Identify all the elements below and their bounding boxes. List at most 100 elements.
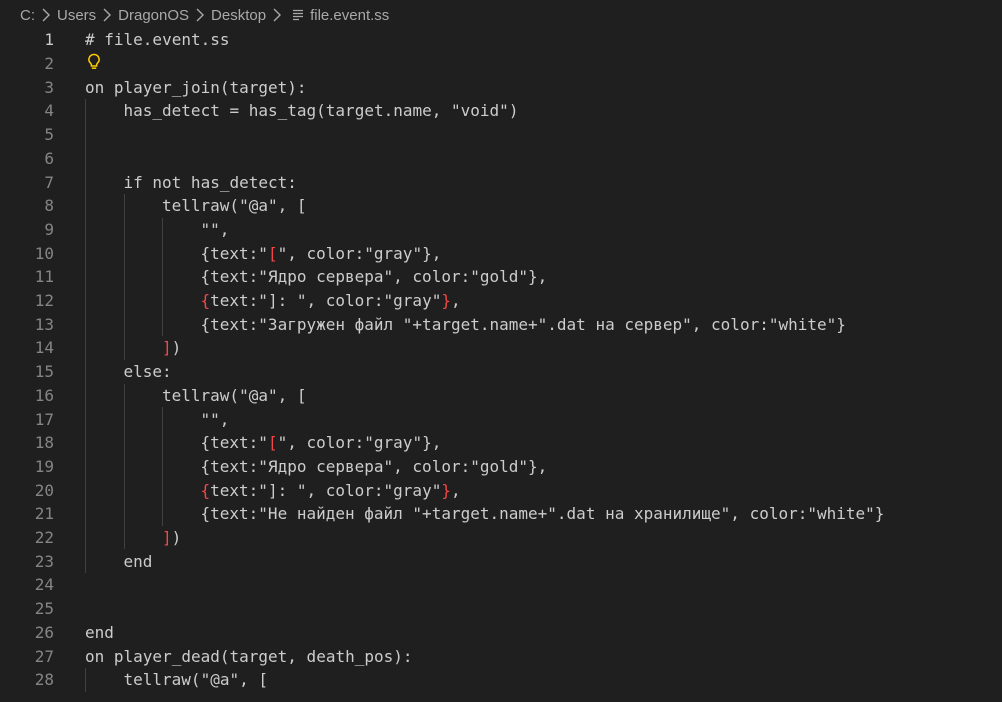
code-text: on player_dead(target, death_pos): (85, 647, 413, 666)
breadcrumb-item[interactable]: DragonOS (118, 7, 189, 24)
code-text: on player_join(target): (85, 78, 307, 97)
bracket-highlight: ] (162, 528, 172, 548)
line-number: 4 (44, 101, 54, 121)
code-token: "", (200, 409, 230, 429)
code-text: {text:"Загружен файл "+target.name+".dat… (201, 315, 846, 334)
code-token: {text:"Ядро сервера", color:"gold"}, (200, 267, 548, 287)
code-line[interactable]: 2 (0, 52, 1002, 76)
code-text: end (124, 552, 153, 571)
chevron-right-icon (39, 7, 53, 23)
indent-guide (85, 667, 86, 692)
code-token: on player_dead(target, death_pos): (85, 646, 413, 666)
line-number: 15 (34, 362, 54, 382)
code-line[interactable]: 12 {text:"]: ", color:"gray"}, (0, 289, 1002, 313)
line-number: 12 (34, 291, 54, 311)
code-line[interactable]: 23 end (0, 549, 1002, 573)
code-token: , (450, 480, 461, 500)
breadcrumb-file[interactable]: file.event.ss (310, 7, 389, 24)
code-token: end (123, 551, 153, 571)
code-token: tellraw("@a", [ (162, 196, 307, 216)
code-token: else: (123, 362, 172, 382)
code-line[interactable]: 15 else: (0, 360, 1002, 384)
indent-guide (162, 217, 163, 337)
breadcrumb: C: Users DragonOS Desktop file.event.ss (0, 0, 1002, 30)
breadcrumb-item[interactable]: C: (20, 7, 35, 24)
code-text: {text:"]: ", color:"gray"}, (201, 481, 461, 500)
code-text: tellraw("@a", [ (162, 196, 307, 215)
bracket-highlight: [ (267, 243, 278, 263)
line-number: 9 (44, 219, 54, 239)
line-number: 17 (34, 409, 54, 429)
code-text: tellraw("@a", [ (124, 670, 269, 689)
bracket-highlight: } (441, 480, 451, 500)
code-editor[interactable]: 1 # file.event.ss 2 3 on player_join(target)… (0, 28, 1002, 702)
bracket-highlight: ] (162, 338, 172, 358)
code-line[interactable]: 16 tellraw("@a", [ (0, 384, 1002, 408)
code-token: has_detect = has_tag(target.name, "void"… (123, 101, 519, 121)
code-text: {text:"]: ", color:"gray"}, (201, 291, 461, 310)
line-number: 6 (44, 148, 54, 168)
indent-guide (85, 99, 86, 574)
indent-guide (162, 407, 163, 526)
bracket-highlight: [ (267, 433, 278, 453)
code-line[interactable]: 9 "", (0, 218, 1002, 242)
code-line[interactable]: 7 if not has_detect: (0, 170, 1002, 194)
chevron-right-icon (193, 7, 207, 23)
code-line[interactable]: 26 end (0, 621, 1002, 645)
code-token: on player_join(target): (85, 77, 307, 97)
code-token: ) (171, 528, 182, 548)
breadcrumb-item[interactable]: Users (57, 7, 96, 24)
code-token: text:"]: ", color:"gray" (210, 291, 442, 311)
code-text: end (85, 623, 114, 642)
code-line[interactable]: 17 "", (0, 407, 1002, 431)
line-number: 24 (34, 575, 54, 595)
code-line[interactable]: 25 (0, 597, 1002, 621)
line-number: 19 (34, 456, 54, 476)
code-line[interactable]: 21 {text:"Не найден файл "+target.name+".… (0, 502, 1002, 526)
line-number: 22 (34, 528, 54, 548)
code-token: {text:"Не найден файл "+target.name+".da… (200, 504, 885, 524)
code-token: {text:" (200, 243, 268, 263)
chevron-right-icon (270, 7, 284, 23)
code-line[interactable]: 13 {text:"Загружен файл "+target.name+".d… (0, 312, 1002, 336)
code-line[interactable]: 10 {text:"[", color:"gray"}, (0, 241, 1002, 265)
code-line[interactable]: 5 (0, 123, 1002, 147)
code-line[interactable]: 11 {text:"Ядро сервера", color:"gold"}, (0, 265, 1002, 289)
code-line[interactable]: 27 on player_dead(target, death_pos): (0, 644, 1002, 668)
code-text: ]) (162, 528, 181, 547)
line-number: 28 (34, 670, 54, 690)
line-number: 18 (34, 433, 54, 453)
code-token: {text:" (200, 433, 268, 453)
code-line[interactable]: 20 {text:"]: ", color:"gray"}, (0, 478, 1002, 502)
indent-guide (123, 383, 125, 550)
code-line[interactable]: 6 (0, 147, 1002, 171)
code-line[interactable]: 24 (0, 573, 1002, 597)
code-line[interactable]: 1 # file.event.ss (0, 28, 1002, 52)
code-line[interactable]: 3 on player_join(target): (0, 75, 1002, 99)
code-line[interactable]: 22]) (0, 526, 1002, 550)
code-text: has_detect = has_tag(target.name, "void"… (124, 101, 519, 120)
code-line[interactable]: 14]) (0, 336, 1002, 360)
line-number: 27 (34, 646, 54, 666)
lightbulb-icon[interactable] (87, 53, 101, 75)
line-number: 20 (34, 480, 54, 500)
code-line[interactable]: 28 tellraw("@a", [ (0, 668, 1002, 692)
code-line[interactable]: 19 {text:"Ядро сервера", color:"gold"}, (0, 455, 1002, 479)
code-token: if not has_detect: (123, 172, 297, 192)
code-line[interactable]: 18 {text:"[", color:"gray"}, (0, 431, 1002, 455)
code-line[interactable]: 8 tellraw("@a", [ (0, 194, 1002, 218)
code-text: # file.event.ss (85, 30, 230, 49)
code-line[interactable]: 4 has_detect = has_tag(target.name, "void… (0, 99, 1002, 123)
file-lines-icon (290, 7, 306, 23)
code-token: end (85, 622, 114, 642)
line-number: 3 (44, 77, 54, 97)
breadcrumb-item[interactable]: Desktop (211, 7, 266, 24)
line-number: 1 (44, 30, 54, 50)
line-number: 2 (44, 54, 54, 74)
code-text: else: (124, 362, 172, 381)
line-number: 10 (34, 243, 54, 263)
line-number: 16 (34, 385, 54, 405)
code-token: # file.event.ss (85, 30, 230, 50)
line-number: 21 (34, 504, 54, 524)
chevron-right-icon (100, 7, 114, 23)
